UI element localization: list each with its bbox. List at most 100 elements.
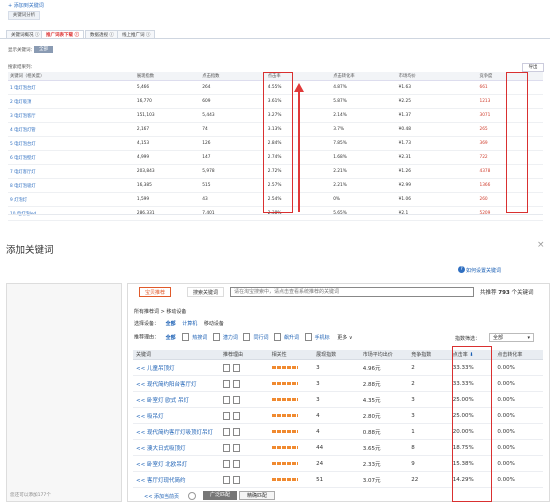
cell: ¥1.73 [396, 136, 478, 151]
cell: 2,167 [134, 122, 201, 137]
add-current-page-link[interactable]: << 添加当前页 [144, 493, 179, 500]
add-to-keywords-link[interactable]: + 添加到关键词 [8, 2, 44, 9]
checkbox-icon[interactable] [182, 333, 190, 341]
col-impressions[interactable]: 展现指数 [313, 350, 360, 360]
total-suffix: 个关键词 [511, 290, 534, 296]
add-keyword-link[interactable]: << 卧室灯 欧式 吊灯 [133, 391, 221, 408]
reason-icons [220, 359, 269, 376]
col-impressions[interactable]: 展现指数 [134, 72, 201, 81]
cell: 0.00% [494, 455, 543, 472]
keyword-cell[interactable]: 3 电灯泡客厅 [8, 108, 135, 123]
remaining-count: 您还可以添加177个 [10, 493, 51, 498]
close-icon[interactable]: × [537, 240, 545, 250]
ctr-highlight-box [263, 72, 293, 213]
cell: ¥1.37 [396, 108, 478, 123]
hot-icon [233, 363, 241, 372]
device-mobile[interactable]: 移动设备 [204, 321, 224, 327]
cell: 44 [313, 439, 360, 456]
add-keyword-link[interactable]: << 现代简约客厅灯吸顶灯吊灯 [133, 423, 221, 440]
reason-mobile[interactable]: 手机标 [304, 333, 330, 341]
reason-potential[interactable]: 潜力词 [212, 333, 238, 341]
reason-filter-row: 推荐理由： 全部 热搜词 潜力词 同行词 飙升词 手机标 更多 ∨ [134, 333, 353, 341]
tab-item-recommend[interactable]: 宝贝推荐 [139, 287, 172, 297]
cell: 0.00% [494, 375, 543, 392]
add-keyword-link[interactable]: << 澳大日式吸顶灯 [133, 439, 221, 456]
export-button[interactable]: 导出 [522, 63, 544, 72]
add-keyword-link[interactable]: << 儿童吊顶灯 [133, 359, 221, 376]
cell: 1 [408, 423, 450, 440]
cell: 0.00% [494, 439, 543, 456]
col-competition[interactable]: 竞争指数 [408, 350, 450, 360]
reason-hot[interactable]: 热搜词 [182, 333, 207, 341]
col-cvr[interactable]: 点击转化率 [494, 350, 543, 360]
add-keyword-link[interactable]: << 吸吊灯 [133, 407, 221, 424]
keyword-cell[interactable]: 2 电灯吸顶 [8, 94, 135, 109]
reason-rising[interactable]: 飙升词 [274, 333, 299, 341]
keyword-analysis-chip[interactable]: 关键词分析 [8, 11, 40, 20]
col-market-price[interactable]: 市场平均出价 [359, 350, 409, 360]
cell: 5,443 [200, 108, 266, 123]
cell: 4,999 [134, 150, 201, 165]
result-label: 搜索结果列： [8, 65, 35, 70]
reason-icons [220, 375, 269, 392]
device-computer[interactable]: 计算机 [182, 321, 197, 327]
col-keyword[interactable]: 关键词（相关度） [8, 72, 135, 81]
checkbox-icon[interactable] [304, 333, 312, 341]
reason-icons [220, 455, 269, 472]
cell: 4.96元 [359, 359, 409, 376]
tab-search-keywords[interactable]: 搜索关键词 [187, 287, 225, 297]
device-all[interactable]: 全部 [166, 321, 176, 327]
broad-match-button[interactable]: 广泛匹配 [203, 491, 237, 500]
more-dropdown[interactable]: 更多 ∨ [337, 335, 352, 341]
cell: 5,978 [200, 164, 266, 179]
reason-icons [220, 439, 269, 456]
reason-peer[interactable]: 同行词 [243, 333, 268, 341]
col-cvr[interactable]: 点击转化率 [331, 72, 397, 81]
keyword-cell[interactable]: 9 灯泡灯 [8, 192, 135, 207]
cell: 3 [408, 391, 450, 408]
relevance-bars-icon [271, 413, 298, 417]
keyword-cell[interactable]: 6 电灯泡壁灯 [8, 150, 135, 165]
cell: 3 [313, 375, 360, 392]
keyword-cell[interactable]: 4 电灯泡灯管 [8, 122, 135, 137]
col-relevance[interactable]: 相关性 [268, 350, 314, 360]
relevance-bars-icon [271, 477, 298, 481]
exact-match-button[interactable]: 精确匹配 [239, 491, 275, 500]
keyword-cell[interactable]: 1 电灯泡台灯 [8, 80, 135, 95]
reason-all[interactable]: 全部 [166, 335, 176, 341]
match-radio[interactable] [188, 492, 196, 500]
keyword-search-input[interactable]: 请在淘宝搜索中，请点击查看系统推荐的关键词 [230, 287, 474, 297]
total-recommend-text: 共推荐 793 个关键词 [480, 288, 534, 296]
col-clicks[interactable]: 点击指数 [200, 72, 266, 81]
cell: 4.87% [331, 80, 397, 95]
relevance-bars-icon [271, 445, 298, 449]
checkbox-icon[interactable] [212, 333, 220, 341]
col-avg-price[interactable]: 市场均价 [396, 72, 478, 81]
cell: 203,843 [134, 164, 201, 179]
keyword-cell[interactable]: 7 电灯客厅灯 [8, 164, 135, 179]
add-keyword-link[interactable]: << 现代简约阳台客厅灯 [133, 375, 221, 392]
relevance-bar [268, 455, 314, 472]
competition-highlight-box [506, 72, 528, 213]
help-icon[interactable]: ? [458, 266, 465, 273]
cell: 51 [313, 471, 360, 488]
mobile-icon [223, 475, 231, 484]
col-keyword[interactable]: 关键词 [133, 350, 221, 360]
help-link[interactable]: 如何设置关键词 [466, 267, 501, 274]
cell: 0.00% [494, 359, 543, 376]
breadcrumb: 所有推荐词 > 移动设备 [134, 309, 187, 315]
col-reason[interactable]: 推荐理由 [220, 350, 269, 360]
keyword-cell[interactable]: 5 电灯泡台灯 [8, 136, 135, 151]
filter-all-button[interactable]: 全部 [34, 46, 53, 53]
add-keyword-link[interactable]: << 卧室灯 北欧吊灯 [133, 455, 221, 472]
relevance-bar [268, 471, 314, 488]
relevance-bars-icon [271, 397, 298, 401]
relevance-bars-icon [271, 461, 298, 465]
checkbox-icon[interactable] [274, 333, 282, 341]
keyword-cell[interactable]: 8 电灯泡吸灯 [8, 178, 135, 193]
checkbox-icon[interactable] [243, 333, 251, 341]
reason-icons [220, 471, 269, 488]
index-filter-select[interactable]: 全部 ▾ [489, 333, 534, 342]
add-keyword-link[interactable]: << 客厅灯现代简约 [133, 471, 221, 488]
table-bottom-divider [8, 214, 543, 215]
